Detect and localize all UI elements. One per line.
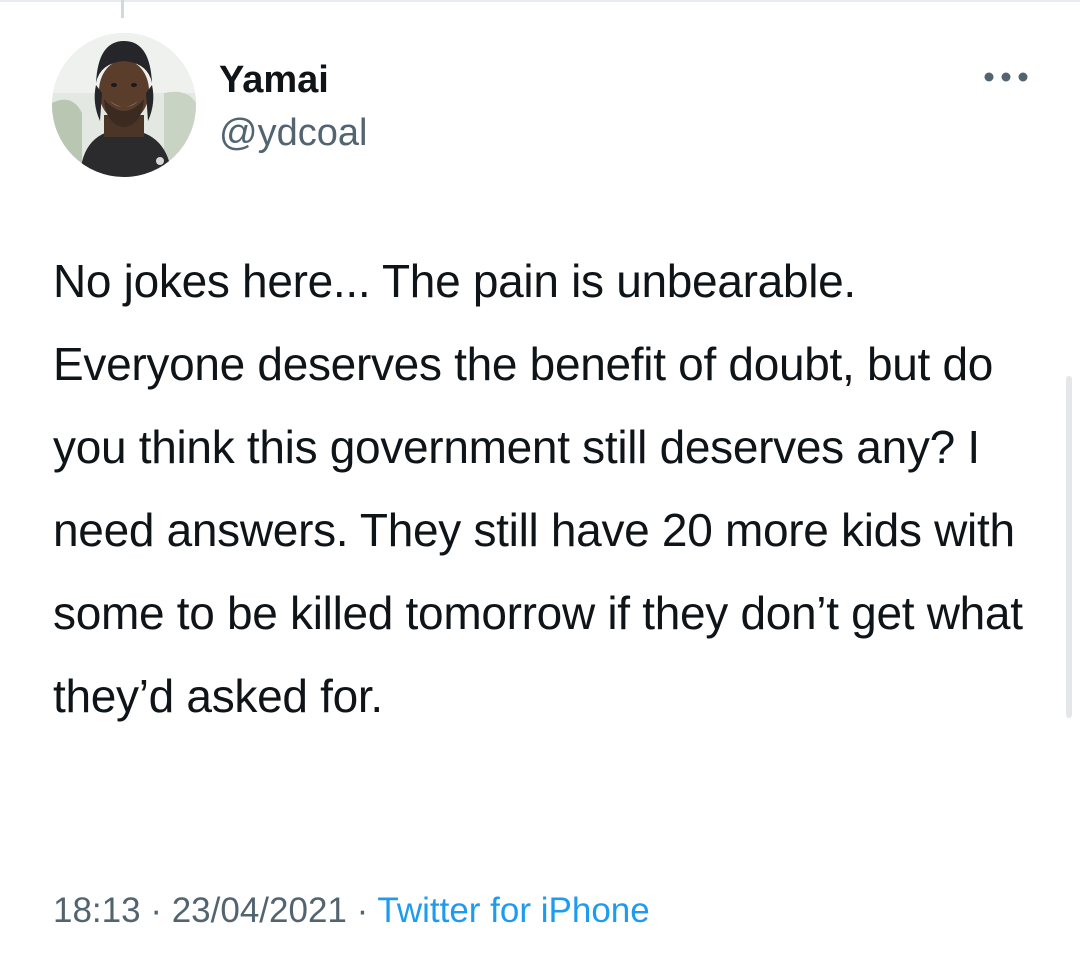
tweet-date[interactable]: 23/04/2021 xyxy=(172,891,347,930)
scrollbar[interactable] xyxy=(1066,376,1072,718)
avatar[interactable] xyxy=(52,33,196,177)
more-horizontal-icon xyxy=(984,72,1028,82)
author-display-name[interactable]: Yamai xyxy=(219,58,329,102)
tweet-time[interactable]: 18:13 xyxy=(53,891,141,930)
meta-separator: · xyxy=(150,891,162,930)
thread-connector-line xyxy=(121,0,124,18)
avatar-image xyxy=(52,33,196,177)
top-divider xyxy=(0,0,1080,2)
tweet-text: No jokes here... The pain is unbearable.… xyxy=(53,255,1023,722)
meta-separator: · xyxy=(356,891,369,930)
tweet-metadata: 18:13 · 23/04/2021 · Twitter for iPhone xyxy=(53,888,650,934)
more-options-button[interactable] xyxy=(980,62,1032,92)
tweet-source-link[interactable]: Twitter for iPhone xyxy=(377,891,649,930)
author-handle[interactable]: @ydcoal xyxy=(219,111,367,155)
